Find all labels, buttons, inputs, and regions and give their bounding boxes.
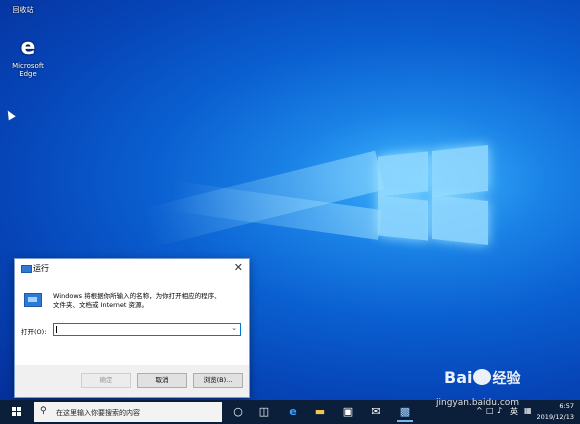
edge-label-line2: Edge bbox=[19, 70, 37, 78]
store-icon[interactable]: ▣ bbox=[340, 404, 356, 420]
run-app-icon bbox=[21, 265, 32, 273]
system-clock[interactable]: 6:57 2019/12/13 bbox=[537, 401, 574, 423]
recycle-bin-label: 回收站 bbox=[12, 6, 34, 14]
watermark-url: jingyan.baidu.com bbox=[436, 398, 520, 408]
desktop-background: 回收站 e Microsoft Edge 运行 ✕ Windows 将根据你所输… bbox=[0, 0, 580, 400]
description-line2: 文件夹、文档或 Internet 资源。 bbox=[53, 301, 148, 309]
mail-icon[interactable]: ✉ bbox=[368, 404, 384, 420]
recycle-bin-shortcut[interactable]: 回收站 bbox=[6, 6, 40, 14]
chevron-down-icon[interactable]: ⌄ bbox=[231, 324, 237, 332]
dialog-button-bar: 确定 取消 浏览(B)... bbox=[15, 365, 249, 397]
run-dialog: 运行 ✕ Windows 将根据你所输入的名称，为你打开相应的程序、 文件夹、文… bbox=[14, 258, 250, 398]
search-placeholder: 在这里输入你要搜索的内容 bbox=[56, 409, 140, 417]
search-box[interactable]: ⚲ 在这里输入你要搜索的内容 bbox=[34, 402, 222, 422]
run-program-icon bbox=[24, 293, 42, 307]
run-dialog-title: 运行 bbox=[33, 264, 49, 273]
browse-button[interactable]: 浏览(B)... bbox=[193, 373, 243, 388]
search-icon: ⚲ bbox=[40, 406, 47, 416]
open-label: 打开(O): bbox=[21, 328, 47, 336]
run-description: Windows 将根据你所输入的名称，为你打开相应的程序、 文件夹、文档或 In… bbox=[53, 292, 243, 310]
task-view-icon[interactable]: ◫ bbox=[256, 404, 272, 420]
run-command-input[interactable]: ⌄ bbox=[53, 323, 241, 336]
ok-button[interactable]: 确定 bbox=[81, 373, 131, 388]
ime-icon[interactable]: ▦ bbox=[524, 406, 532, 415]
cortana-icon[interactable]: ○ bbox=[230, 404, 246, 420]
start-button[interactable] bbox=[12, 407, 22, 417]
clock-time: 6:57 bbox=[559, 402, 574, 410]
taskbar: ⚲ 在这里输入你要搜索的内容 ○ ◫ e ▬ ▣ ✉ ▩ ^ □ ♪ 英 ▦ 6… bbox=[0, 398, 580, 424]
run-taskbar-icon[interactable]: ▩ bbox=[397, 404, 413, 422]
mouse-cursor-icon bbox=[4, 108, 16, 121]
cancel-button[interactable]: 取消 bbox=[137, 373, 187, 388]
baidu-paw-icon bbox=[473, 369, 492, 385]
edge-taskbar-icon[interactable]: e bbox=[285, 404, 301, 420]
watermark-brand-left: Bai bbox=[444, 368, 473, 387]
edge-shortcut[interactable]: e Microsoft Edge bbox=[8, 35, 48, 79]
file-explorer-icon[interactable]: ▬ bbox=[312, 404, 328, 420]
close-icon[interactable]: ✕ bbox=[234, 261, 243, 274]
description-line1: Windows 将根据你所输入的名称，为你打开相应的程序、 bbox=[53, 292, 221, 300]
baidu-watermark: Bai 经验 bbox=[444, 368, 520, 388]
windows-logo-graphic bbox=[378, 140, 490, 245]
edge-icon: e bbox=[20, 35, 36, 60]
edge-label-line1: Microsoft bbox=[12, 62, 44, 70]
watermark-brand-right: 经验 bbox=[492, 371, 521, 387]
text-caret bbox=[56, 326, 57, 333]
run-dialog-titlebar[interactable]: 运行 ✕ bbox=[15, 259, 249, 277]
clock-date: 2019/12/13 bbox=[536, 413, 574, 421]
